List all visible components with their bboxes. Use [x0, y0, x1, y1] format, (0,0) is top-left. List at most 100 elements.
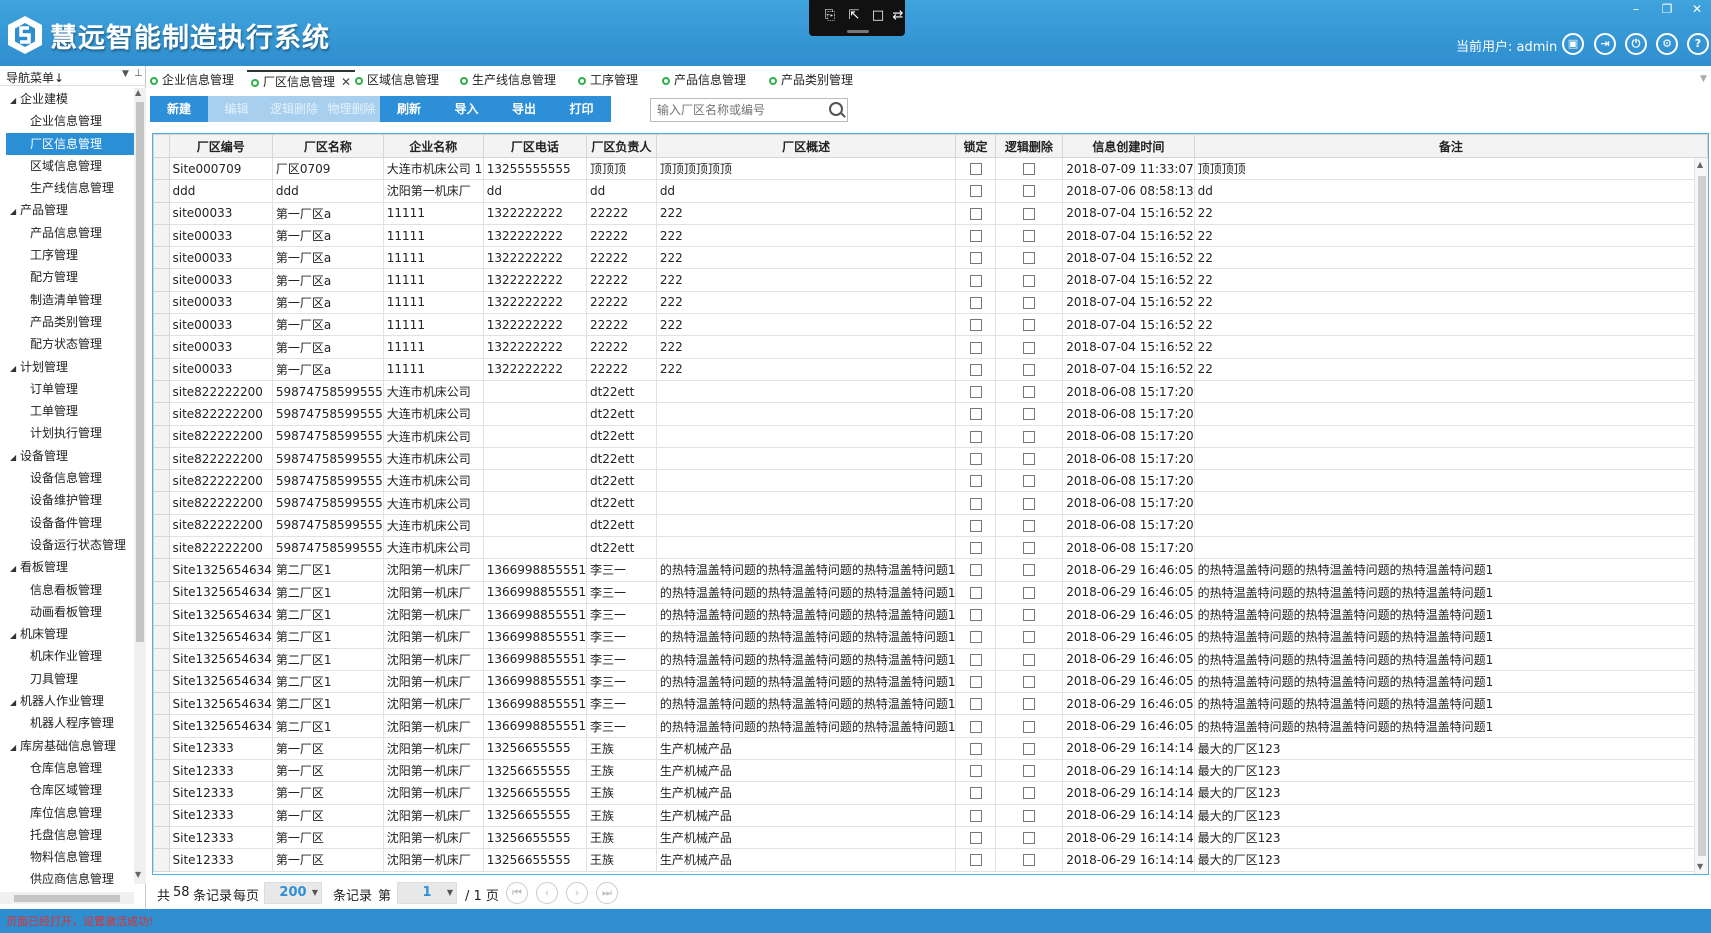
sidebar-item[interactable]: 供应商信息管理: [0, 868, 134, 884]
table-row[interactable]: Site1325654634 第二厂区1 沈阳第一机床厂 1366998855551 李…: [153, 669, 1708, 694]
table-row[interactable]: Site12333 第一厂区 沈阳第一机床厂 13256655555 王族 生产机械产品 2…: [153, 781, 1708, 805]
sidebar-item[interactable]: 区域信息管理: [0, 155, 134, 177]
sidebar-item[interactable]: 设备信息管理: [0, 467, 134, 489]
sidebar-item[interactable]: 产品类别管理: [0, 311, 134, 333]
logical-delete-checkbox[interactable]: [1022, 832, 1035, 845]
row-selector[interactable]: [153, 803, 170, 827]
table-row[interactable]: Site12333 第一厂区 沈阳第一机床厂 13256655555 王族 生产机械产品 2…: [153, 759, 1708, 783]
sidebar-item[interactable]: 工序管理: [0, 244, 134, 266]
lock-checkbox[interactable]: [969, 519, 982, 532]
row-selector[interactable]: [153, 848, 170, 872]
logical-delete-checkbox[interactable]: [1022, 765, 1035, 778]
row-selector[interactable]: [153, 446, 170, 471]
row-selector[interactable]: [153, 246, 170, 270]
current-page-select[interactable]: 1 ▼: [397, 882, 457, 904]
nav-group[interactable]: ◢ 机床管理: [0, 623, 134, 645]
row-selector[interactable]: [153, 469, 170, 493]
scroll-up-icon[interactable]: ▲: [1697, 160, 1703, 169]
tab-item[interactable]: 工序管理: [578, 70, 638, 92]
logical-delete-checkbox[interactable]: [1022, 586, 1035, 599]
tab-item[interactable]: 企业信息管理: [150, 70, 234, 92]
logical-delete-checkbox[interactable]: [1022, 430, 1035, 443]
table-row[interactable]: Site12333 第一厂区 沈阳第一机床厂 13256655555 王族 生产机械产品 2…: [153, 803, 1708, 827]
expand-caret-icon[interactable]: ◢: [10, 558, 20, 580]
table-row[interactable]: Site1325654634 第二厂区1 沈阳第一机床厂 1366998855551 李…: [153, 625, 1708, 649]
table-row[interactable]: site822222200 59874758599555 大连市机床公司 dt22et…: [153, 491, 1708, 515]
logical-delete-checkbox[interactable]: [1022, 809, 1035, 822]
tab-item[interactable]: 厂区信息管理 ✕: [247, 70, 356, 92]
table-row[interactable]: Site12333 第一厂区 沈阳第一机床厂 13256655555 王族 生产机械产品 2…: [153, 848, 1708, 872]
close-icon[interactable]: ✕: [341, 75, 351, 89]
last-page-icon[interactable]: ⏭: [596, 882, 618, 904]
sidebar-item[interactable]: 设备备件管理: [0, 512, 134, 534]
lock-checkbox[interactable]: [969, 475, 982, 488]
rdp-drag-handle[interactable]: [847, 30, 869, 33]
logical-delete-checkbox[interactable]: [1022, 163, 1035, 176]
table-row[interactable]: site00033 第一厂区a 11111 1322222222 22222 222 201…: [153, 335, 1708, 359]
toolbar-button[interactable]: 刷新: [380, 96, 438, 122]
search-icon[interactable]: [829, 102, 843, 116]
table-row[interactable]: site00033 第一厂区a 11111 1322222222 22222 222 201…: [153, 246, 1708, 270]
sidebar-item[interactable]: 仓库区域管理: [0, 779, 134, 801]
row-selector[interactable]: [153, 491, 170, 515]
sidebar-item[interactable]: 托盘信息管理: [0, 824, 134, 846]
logical-delete-checkbox[interactable]: [1022, 230, 1035, 243]
sidebar-item[interactable]: 刀具管理: [0, 668, 134, 690]
expand-caret-icon[interactable]: ◢: [10, 358, 20, 380]
row-selector[interactable]: [153, 580, 170, 604]
lock-checkbox[interactable]: [969, 564, 982, 577]
lock-checkbox[interactable]: [969, 453, 982, 465]
logical-delete-checkbox[interactable]: [1022, 854, 1035, 867]
table-row[interactable]: Site12333 第一厂区 沈阳第一机床厂 13256655555 王族 生产机械产品 2…: [153, 825, 1708, 850]
column-header[interactable]: 厂区概述: [655, 134, 957, 158]
window-close-icon[interactable]: ✕: [1688, 2, 1706, 16]
table-row[interactable]: site822222200 59874758599555 大连市机床公司 dt22et…: [153, 513, 1708, 538]
lock-checkbox[interactable]: [969, 341, 982, 354]
lock-checkbox[interactable]: [969, 430, 982, 443]
tab-menu-icon[interactable]: ▼: [1700, 74, 1707, 84]
lock-checkbox[interactable]: [969, 542, 982, 555]
logical-delete-checkbox[interactable]: [1022, 653, 1035, 666]
expand-caret-icon[interactable]: ◢: [10, 90, 20, 112]
lock-checkbox[interactable]: [969, 497, 982, 510]
table-row[interactable]: Site1325654634 第二厂区1 沈阳第一机床厂 1366998855551 李…: [153, 714, 1708, 738]
row-selector[interactable]: [153, 268, 170, 292]
row-selector[interactable]: [153, 602, 170, 627]
column-header[interactable]: 厂区名称: [271, 134, 384, 158]
nav-group[interactable]: ◢ 看板管理: [0, 556, 134, 578]
expand-caret-icon[interactable]: ◢: [10, 201, 20, 223]
logical-delete-checkbox[interactable]: [1022, 475, 1035, 488]
lock-checkbox[interactable]: [969, 408, 982, 421]
sidebar-vertical-scrollbar[interactable]: ▲ ▼: [134, 88, 146, 884]
lock-checkbox[interactable]: [969, 742, 982, 755]
row-selector[interactable]: [153, 625, 170, 649]
row-selector[interactable]: [153, 558, 170, 582]
table-row[interactable]: Site1325654634 第二厂区1 沈阳第一机床厂 1366998855551 李…: [153, 647, 1708, 671]
sidebar-item[interactable]: 产品信息管理: [0, 222, 134, 244]
toolbar-button[interactable]: 导出: [495, 96, 553, 122]
rdp-switch-icon[interactable]: ⇄: [889, 8, 907, 24]
column-header[interactable]: 备注: [1193, 134, 1708, 158]
logical-delete-checkbox[interactable]: [1022, 319, 1035, 332]
table-row[interactable]: Site1325654634 第二厂区1 沈阳第一机床厂 1366998855551 李…: [153, 602, 1708, 627]
tab-item[interactable]: 产品信息管理: [662, 70, 746, 92]
logical-delete-checkbox[interactable]: [1022, 542, 1035, 555]
row-selector[interactable]: [153, 156, 170, 181]
sidebar-item[interactable]: 物料信息管理: [0, 846, 134, 868]
logical-delete-checkbox[interactable]: [1022, 252, 1035, 265]
logical-delete-checkbox[interactable]: [1022, 609, 1035, 622]
logical-delete-checkbox[interactable]: [1022, 453, 1035, 465]
sidebar-item[interactable]: 企业信息管理: [0, 110, 134, 132]
table-row[interactable]: ddd ddd 沈阳第一机床厂 dd dd dd 2018-07-06 08:58:13 dd: [153, 179, 1708, 203]
scroll-up-icon[interactable]: ▲: [135, 88, 141, 97]
expand-caret-icon[interactable]: ◢: [10, 447, 20, 469]
page-size-select[interactable]: 200 ▼: [264, 882, 322, 904]
row-selector[interactable]: [153, 179, 170, 203]
prev-page-icon[interactable]: ‹: [536, 882, 558, 904]
table-row[interactable]: Site1325654634 第二厂区1 沈阳第一机床厂 1366998855551 李…: [153, 558, 1708, 582]
row-selector[interactable]: [153, 290, 170, 315]
sidebar-item[interactable]: 库位信息管理: [0, 802, 134, 824]
logout-icon[interactable]: ⇥: [1594, 33, 1616, 55]
logical-delete-checkbox[interactable]: [1022, 207, 1035, 220]
table-row[interactable]: site822222200 59874758599555 大连市机床公司 dt22et…: [153, 446, 1708, 471]
